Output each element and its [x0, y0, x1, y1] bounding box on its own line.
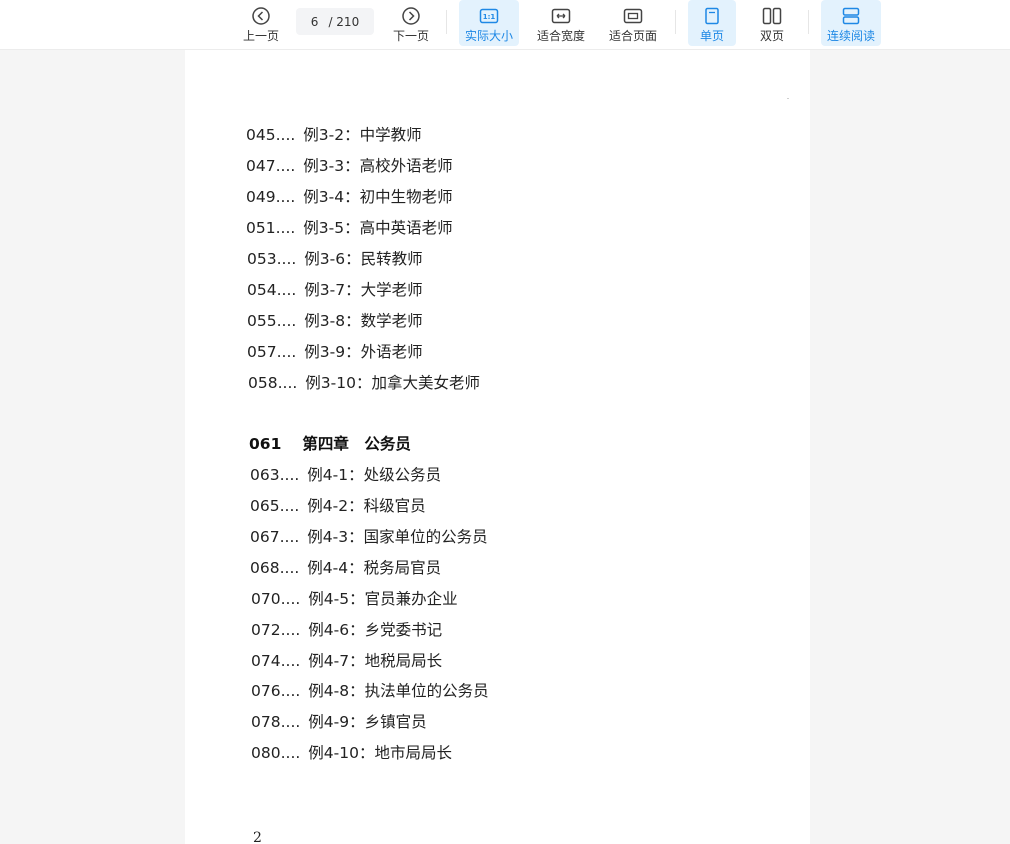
svg-text:1:1: 1:1: [483, 13, 496, 21]
page-indicator[interactable]: 6 / 210: [296, 8, 374, 35]
toc-entry: 070.... 例4-5：官员兼办企业: [251, 590, 458, 608]
single-page-icon: [704, 5, 720, 27]
fit-page-label: 适合页面: [608, 29, 657, 43]
chevron-left-circle-icon: [251, 5, 271, 27]
continuous-reading-icon: [842, 5, 860, 27]
total-pages: / 210: [328, 14, 360, 29]
toc-entry: 065.... 例4-2：科级官员: [250, 497, 426, 515]
toc-entry: 068.... 例4-4：税务局官员: [250, 559, 442, 577]
continuous-reading-label: 连续阅读: [826, 29, 875, 43]
fit-width-button[interactable]: 适合宽度: [533, 0, 589, 46]
next-page-label: 下一页: [392, 29, 429, 43]
scan-speck: [787, 98, 789, 99]
actual-size-label: 实际大小: [464, 29, 513, 43]
document-page: 045.... 例3-2：中学教师 047.... 例3-3：高校外语老师 049.…: [185, 50, 810, 844]
toc-entry: 076.... 例4-8：执法单位的公务员: [251, 682, 489, 700]
toolbar-divider: [808, 10, 809, 34]
toolbar-divider: [446, 10, 447, 34]
chevron-right-circle-icon: [401, 5, 421, 27]
prev-page-label: 上一页: [242, 29, 279, 43]
single-page-button[interactable]: 单页: [688, 0, 736, 46]
next-page-button[interactable]: 下一页: [388, 0, 434, 46]
toc-entry: 054.... 例3-7：大学老师: [247, 281, 423, 299]
fit-page-icon: [623, 5, 643, 27]
toc-entry: 078.... 例4-9：乡镇官员: [251, 713, 427, 731]
prev-page-button[interactable]: 上一页: [238, 0, 284, 46]
double-page-icon: [762, 5, 782, 27]
actual-size-icon: 1:1: [479, 5, 499, 27]
chapter-heading: 061 第四章 公务员: [249, 435, 411, 453]
actual-size-button[interactable]: 1:1 实际大小: [459, 0, 519, 46]
single-page-label: 单页: [699, 29, 724, 43]
toc-entry: 045.... 例3-2：中学教师: [246, 126, 422, 144]
toc-entry: 049.... 例3-4：初中生物老师: [246, 188, 453, 206]
fit-width-label: 适合宽度: [536, 29, 585, 43]
toc-entry: 067.... 例4-3：国家单位的公务员: [250, 528, 488, 546]
double-page-button[interactable]: 双页: [750, 0, 794, 46]
toc-entry: 072.... 例4-6：乡党委书记: [251, 621, 443, 639]
toc-entry: 058.... 例3-10：加拿大美女老师: [248, 374, 480, 392]
toc-entry: 074.... 例4-7：地税局局长: [251, 652, 443, 670]
toc-entry: 055.... 例3-8：数学老师: [247, 312, 423, 330]
current-page-input[interactable]: 6: [311, 15, 319, 29]
page-number: 2: [253, 830, 262, 844]
fit-width-icon: [551, 5, 571, 27]
double-page-label: 双页: [759, 29, 784, 43]
fit-page-button[interactable]: 适合页面: [605, 0, 661, 46]
viewer-toolbar: 上一页 6 / 210 下一页 1:1 实际大小 适合宽度 适合页面 单页 双页…: [0, 0, 1010, 50]
toc-entry: 080.... 例4-10：地市局局长: [251, 744, 452, 762]
toc-entry: 053.... 例3-6：民转教师: [247, 250, 423, 268]
continuous-reading-button[interactable]: 连续阅读: [821, 0, 881, 46]
toc-entry: 051.... 例3-5：高中英语老师: [246, 219, 453, 237]
toc-entry: 047.... 例3-3：高校外语老师: [246, 157, 453, 175]
toc-entry: 063.... 例4-1：处级公务员: [250, 466, 442, 484]
toc-entry: 057.... 例3-9：外语老师: [247, 343, 423, 361]
toolbar-divider: [675, 10, 676, 34]
